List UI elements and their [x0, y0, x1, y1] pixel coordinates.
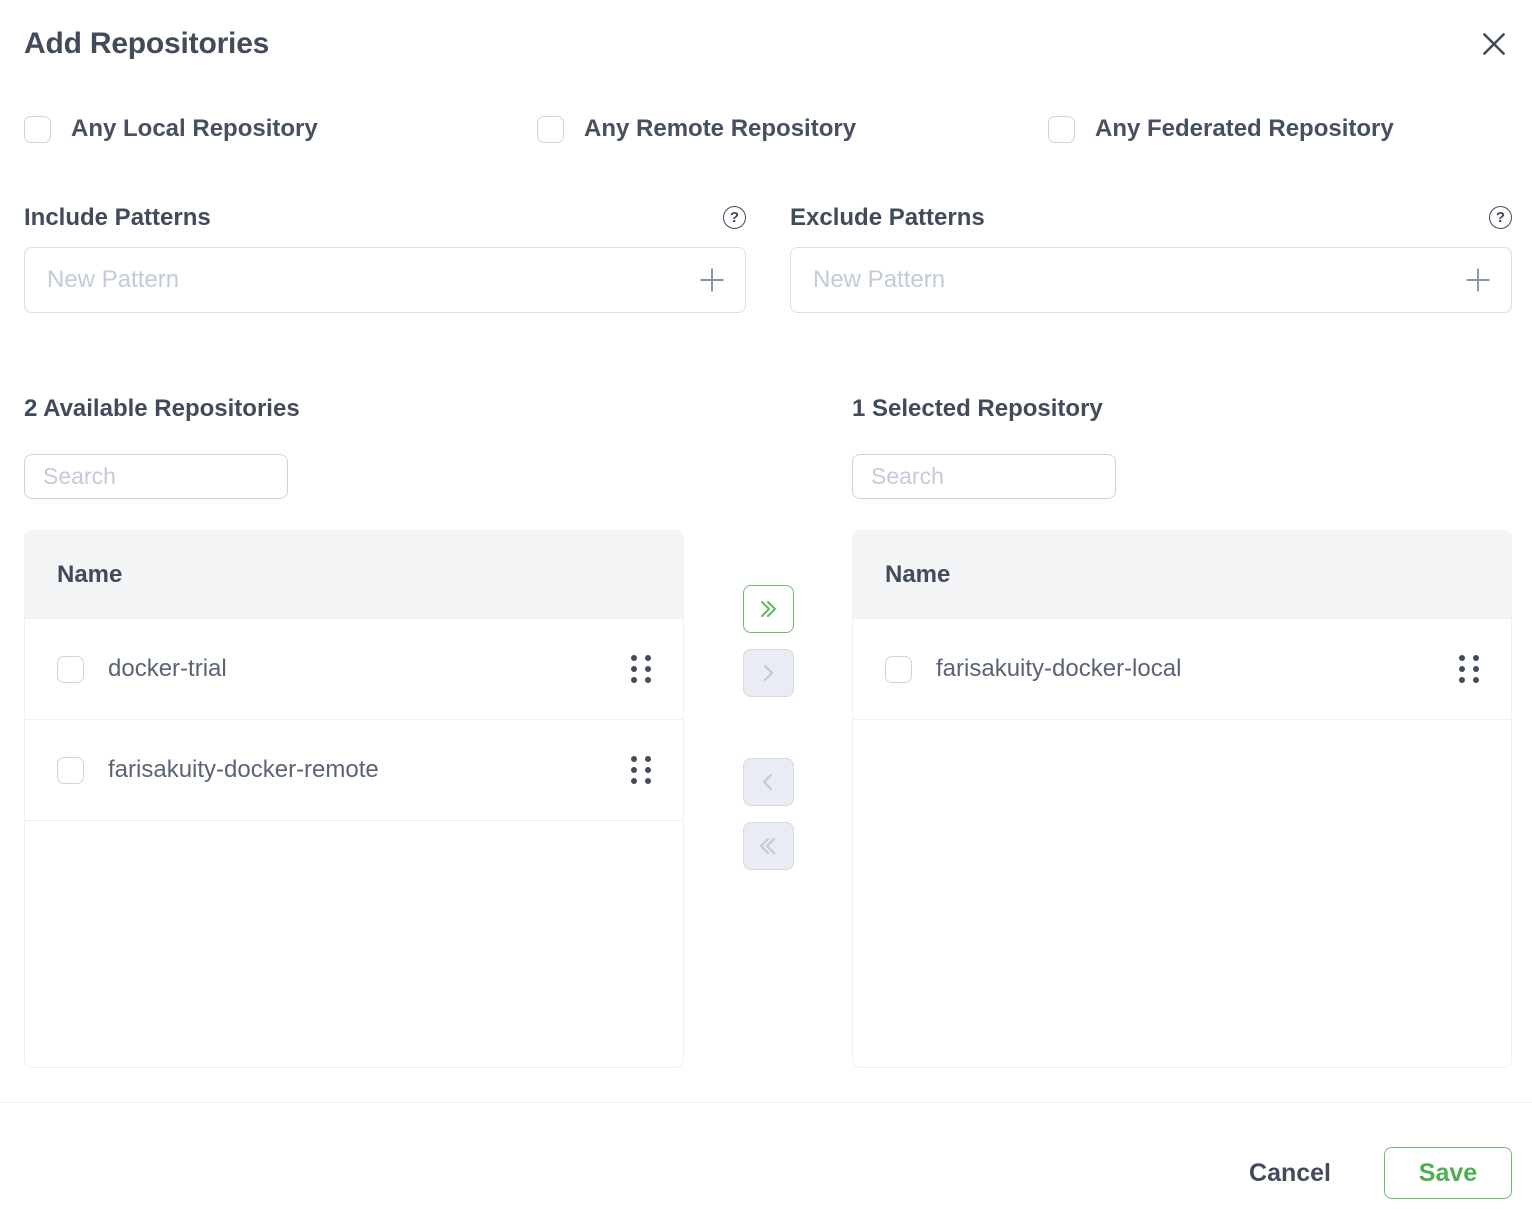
available-table-header: Name — [25, 531, 683, 619]
move-right-button[interactable] — [743, 649, 794, 697]
include-patterns-help-icon[interactable]: ? — [723, 206, 746, 229]
exclude-pattern-input[interactable] — [790, 247, 1512, 313]
filter-any-federated-repository: Any Federated Repository — [1048, 115, 1512, 143]
repo-name: farisakuity-docker-local — [936, 655, 1181, 683]
available-repositories-table: Name docker-trial farisakuity-docker-rem… — [24, 530, 684, 1068]
selected-repositories-heading: 1 Selected Repository — [852, 394, 1512, 423]
selected-table-header: Name — [853, 531, 1511, 619]
repository-transfer-section: 2 Available Repositories Name docker-tri… — [24, 394, 1512, 1068]
name-column-header: Name — [885, 561, 950, 589]
available-search-input[interactable] — [24, 454, 288, 499]
available-repositories-panel: 2 Available Repositories Name docker-tri… — [24, 394, 684, 1068]
plus-icon — [1463, 265, 1493, 295]
chevron-left-icon — [755, 769, 781, 795]
close-button[interactable] — [1476, 26, 1512, 62]
filter-any-remote-repository: Any Remote Repository — [537, 115, 1048, 143]
any-remote-repository-label: Any Remote Repository — [584, 115, 856, 143]
selected-repositories-table: Name farisakuity-docker-local — [852, 530, 1512, 1068]
selected-repositories-panel: 1 Selected Repository Name farisakuity-d… — [852, 394, 1512, 1068]
name-column-header: Name — [57, 561, 122, 589]
any-local-repository-label: Any Local Repository — [71, 115, 318, 143]
move-all-left-button[interactable] — [743, 822, 794, 870]
include-pattern-input[interactable] — [24, 247, 746, 313]
table-row[interactable]: farisakuity-docker-local — [853, 619, 1511, 720]
selected-search-input[interactable] — [852, 454, 1116, 499]
chevron-double-right-icon — [755, 596, 781, 622]
include-patterns-label: Include Patterns — [24, 204, 211, 232]
repo-name: docker-trial — [108, 655, 227, 683]
close-icon — [1477, 27, 1511, 61]
drag-handle-icon[interactable] — [1459, 655, 1479, 683]
filter-any-local-repository: Any Local Repository — [24, 115, 537, 143]
save-button[interactable]: Save — [1384, 1147, 1512, 1199]
move-all-right-button[interactable] — [743, 585, 794, 633]
page-title: Add Repositories — [24, 26, 269, 62]
chevron-double-left-icon — [755, 833, 781, 859]
plus-icon — [697, 265, 727, 295]
include-patterns-group: Include Patterns ? — [24, 205, 746, 313]
any-federated-repository-label: Any Federated Repository — [1095, 115, 1394, 143]
exclude-patterns-group: Exclude Patterns ? — [790, 205, 1512, 313]
row-checkbox[interactable] — [57, 757, 84, 784]
repo-type-filter-row: Any Local Repository Any Remote Reposito… — [24, 115, 1512, 143]
add-exclude-pattern-button[interactable] — [1460, 262, 1496, 298]
dialog-footer: Cancel Save — [0, 1103, 1532, 1199]
exclude-patterns-label: Exclude Patterns — [790, 204, 985, 232]
drag-handle-icon[interactable] — [631, 756, 651, 784]
move-left-button[interactable] — [743, 758, 794, 806]
transfer-buttons — [684, 394, 852, 1068]
exclude-patterns-help-icon[interactable]: ? — [1489, 206, 1512, 229]
table-row[interactable]: farisakuity-docker-remote — [25, 720, 683, 821]
cancel-button[interactable]: Cancel — [1249, 1159, 1331, 1188]
available-repositories-heading: 2 Available Repositories — [24, 394, 684, 423]
add-include-pattern-button[interactable] — [694, 262, 730, 298]
any-federated-repository-checkbox[interactable] — [1048, 116, 1075, 143]
patterns-section: Include Patterns ? Exclude Patterns ? — [24, 205, 1512, 313]
any-remote-repository-checkbox[interactable] — [537, 116, 564, 143]
repo-name: farisakuity-docker-remote — [108, 756, 379, 784]
dialog-header: Add Repositories — [24, 0, 1512, 62]
drag-handle-icon[interactable] — [631, 655, 651, 683]
row-checkbox[interactable] — [57, 656, 84, 683]
any-local-repository-checkbox[interactable] — [24, 116, 51, 143]
chevron-right-icon — [755, 660, 781, 686]
add-repositories-dialog: Add Repositories Any Local Repository An… — [0, 0, 1532, 1068]
table-row[interactable]: docker-trial — [25, 619, 683, 720]
row-checkbox[interactable] — [885, 656, 912, 683]
